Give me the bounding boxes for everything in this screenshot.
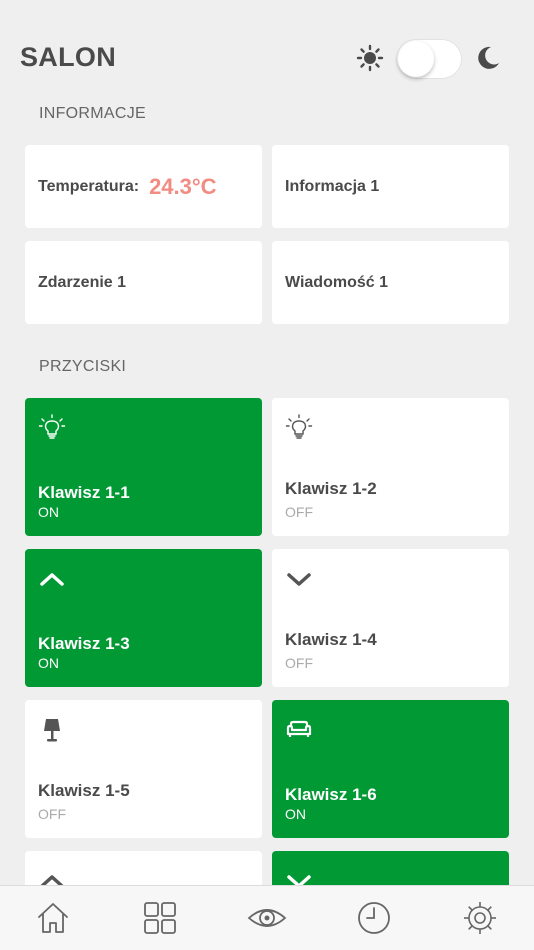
lightbulb-icon <box>38 414 66 439</box>
sofa-icon <box>286 720 312 737</box>
button-state: ON <box>38 504 59 520</box>
button-name: Klawisz 1-6 <box>285 785 377 804</box>
button-klawisz-1-5[interactable]: Klawisz 1-5 OFF <box>25 700 262 838</box>
button-state: OFF <box>285 655 313 671</box>
button-state: ON <box>285 806 306 822</box>
chevron-up-icon <box>40 573 64 586</box>
info-card-temperature[interactable]: Temperatura: 24.3°C <box>25 145 262 228</box>
sun-icon <box>356 44 384 72</box>
section-title-buttons: PRZYCISKI <box>39 358 127 375</box>
moon-icon <box>478 46 499 69</box>
header: SALON <box>0 0 534 100</box>
button-klawisz-1-4[interactable]: Klawisz 1-4 OFF <box>272 549 509 687</box>
lamp-icon <box>44 719 60 742</box>
info-card-wiadomosc[interactable]: Wiadomość 1 <box>272 241 509 324</box>
button-name: Klawisz 1-5 <box>38 781 130 800</box>
info-label: Wiadomość 1 <box>285 273 388 291</box>
eye-icon[interactable] <box>247 900 287 936</box>
button-klawisz-1-6[interactable]: Klawisz 1-6 ON <box>272 700 509 838</box>
button-klawisz-1-2[interactable]: Klawisz 1-2 OFF <box>272 398 509 536</box>
home-icon[interactable] <box>35 900 71 936</box>
info-label: Informacja 1 <box>285 177 380 195</box>
info-card-informacja[interactable]: Informacja 1 <box>272 145 509 228</box>
chevron-down-icon <box>287 573 311 586</box>
button-klawisz-1-3[interactable]: Klawisz 1-3 ON <box>25 549 262 687</box>
tab-bar <box>0 885 534 950</box>
button-name: Klawisz 1-3 <box>38 634 130 653</box>
button-klawisz-1-1[interactable]: Klawisz 1-1 ON <box>25 398 262 536</box>
section-title-info: INFORMACJE <box>39 105 146 122</box>
button-state: OFF <box>38 806 66 822</box>
toggle-knob <box>398 41 434 77</box>
info-label: Temperatura: <box>38 177 140 195</box>
page-title: SALON <box>20 42 116 72</box>
info-label: Zdarzenie 1 <box>38 273 127 291</box>
button-name: Klawisz 1-2 <box>285 479 377 498</box>
info-card-zdarzenie[interactable]: Zdarzenie 1 <box>25 241 262 324</box>
theme-toggle[interactable] <box>396 39 462 79</box>
button-state: OFF <box>285 504 313 520</box>
lightbulb-icon <box>285 414 313 439</box>
settings-gear-icon[interactable] <box>462 900 498 936</box>
clock-icon[interactable] <box>356 900 392 936</box>
button-name: Klawisz 1-4 <box>285 630 377 649</box>
grid-icon[interactable] <box>142 900 178 936</box>
button-state: ON <box>38 655 59 671</box>
button-name: Klawisz 1-1 <box>38 483 130 502</box>
temperature-value: 24.3°C <box>149 173 217 199</box>
